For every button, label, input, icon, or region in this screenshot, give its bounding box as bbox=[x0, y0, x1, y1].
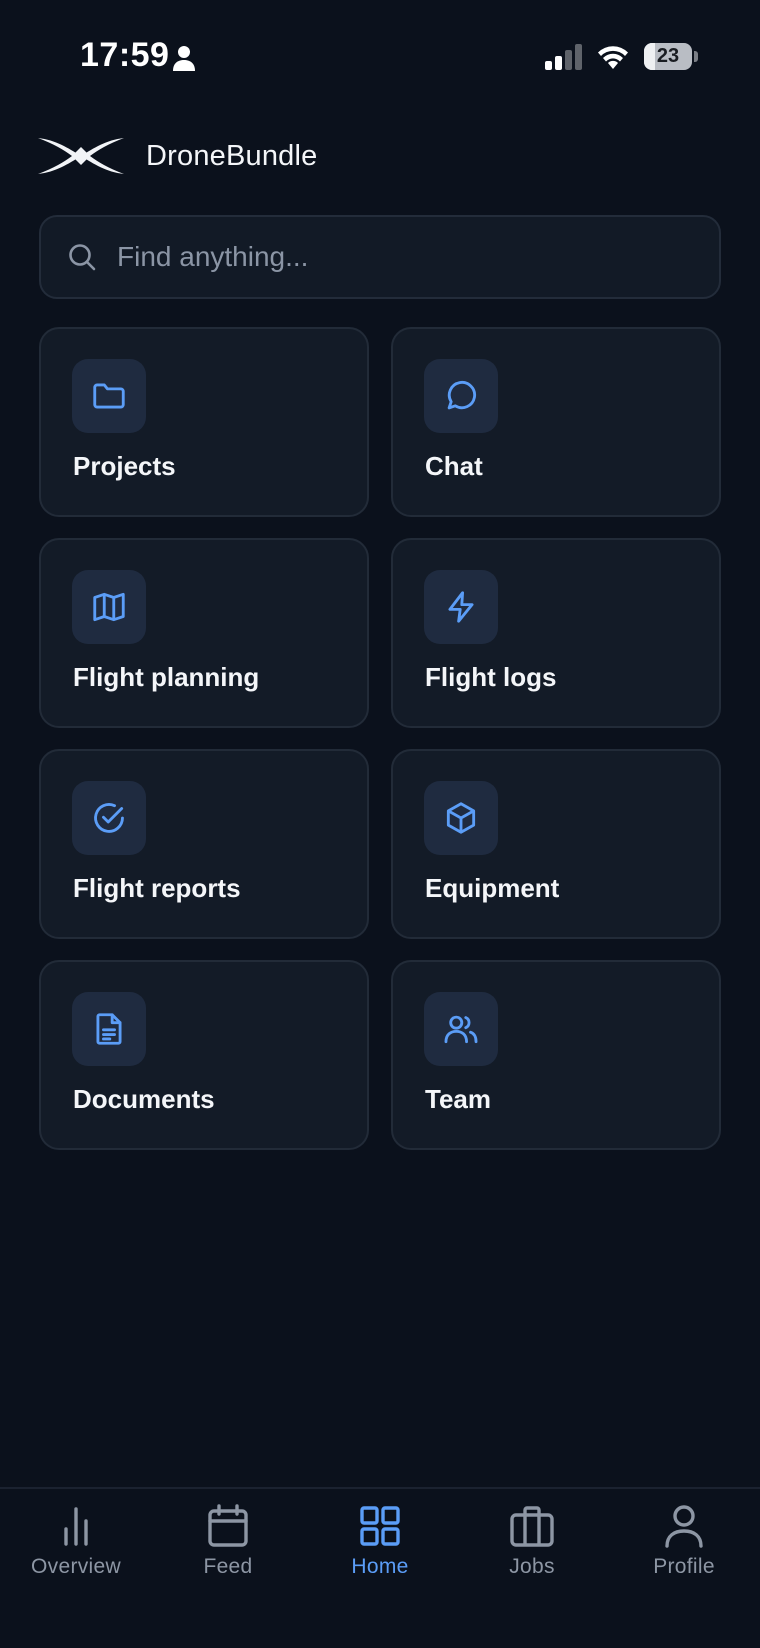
tile-projects[interactable]: Projects bbox=[39, 327, 369, 517]
app-name: DroneBundle bbox=[146, 139, 318, 172]
calendar-icon bbox=[208, 1504, 248, 1547]
tile-documents[interactable]: Documents bbox=[39, 960, 369, 1150]
tile-label: Documents bbox=[73, 1084, 215, 1114]
tab-home[interactable]: Home bbox=[304, 1503, 456, 1593]
search-input[interactable] bbox=[117, 217, 719, 297]
grid-icon bbox=[360, 1506, 400, 1546]
map-icon bbox=[72, 570, 146, 644]
tile-flight-reports[interactable]: Flight reports bbox=[39, 749, 369, 939]
tab-overview[interactable]: Overview bbox=[0, 1503, 152, 1593]
tile-chat[interactable]: Chat bbox=[391, 327, 721, 517]
battery-cap bbox=[694, 51, 698, 62]
tile-flight-logs[interactable]: Flight logs bbox=[391, 538, 721, 728]
drone-x-logo-icon bbox=[38, 138, 124, 174]
tile-team[interactable]: Team bbox=[391, 960, 721, 1150]
battery-level-text: 23 bbox=[656, 45, 680, 67]
tab-feed[interactable]: Feed bbox=[152, 1503, 304, 1593]
document-icon bbox=[72, 992, 146, 1066]
status-bar: 17:59 23 bbox=[0, 0, 760, 112]
folder-icon bbox=[72, 359, 146, 433]
battery-fill bbox=[644, 43, 656, 70]
tile-label: Equipment bbox=[425, 873, 560, 903]
bar-chart-icon bbox=[64, 1507, 88, 1546]
search-icon bbox=[69, 244, 96, 271]
wifi-icon bbox=[598, 46, 628, 69]
tab-label: Jobs bbox=[509, 1555, 555, 1578]
tile-equipment[interactable]: Equipment bbox=[391, 749, 721, 939]
cellular-signal-icon bbox=[545, 44, 582, 70]
tile-label: Projects bbox=[73, 451, 176, 481]
tile-flight-planning[interactable]: Flight planning bbox=[39, 538, 369, 728]
tab-label: Home bbox=[351, 1555, 409, 1578]
tab-jobs[interactable]: Jobs bbox=[456, 1503, 608, 1593]
tile-label: Chat bbox=[425, 451, 483, 481]
tab-label: Profile bbox=[653, 1555, 715, 1578]
tab-label: Feed bbox=[203, 1555, 253, 1578]
tile-label: Team bbox=[425, 1084, 491, 1114]
home-screen: 17:59 23 DroneBundle Find anything... Pr… bbox=[0, 0, 760, 1648]
tab-profile[interactable]: Profile bbox=[608, 1503, 760, 1593]
users-icon bbox=[424, 992, 498, 1066]
chat-bubble-icon bbox=[424, 359, 498, 433]
tab-label: Overview bbox=[31, 1555, 121, 1578]
person-icon bbox=[665, 1505, 703, 1548]
status-time: 17:59 bbox=[80, 36, 170, 74]
app-brand: DroneBundle bbox=[38, 132, 318, 180]
bottom-tab-bar: Overview Feed Home Jobs Profile bbox=[0, 1487, 760, 1648]
tile-label: Flight reports bbox=[73, 873, 241, 903]
briefcase-icon bbox=[510, 1506, 554, 1547]
tile-label: Flight planning bbox=[73, 662, 260, 692]
tile-label: Flight logs bbox=[425, 662, 557, 692]
search-bar[interactable] bbox=[39, 215, 721, 299]
box-icon bbox=[424, 781, 498, 855]
check-circle-icon bbox=[72, 781, 146, 855]
person-status-icon bbox=[173, 46, 195, 71]
lightning-icon bbox=[424, 570, 498, 644]
battery-indicator: 23 bbox=[644, 43, 692, 70]
